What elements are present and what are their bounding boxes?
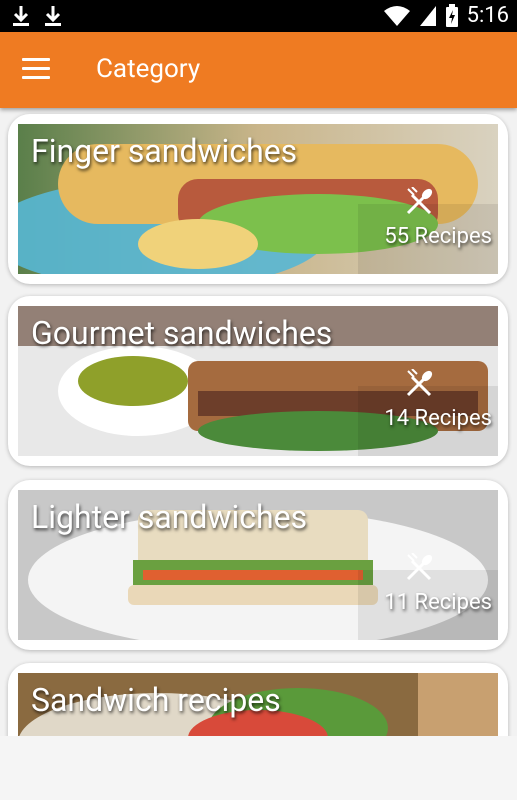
recipe-count: 11 Recipes (384, 590, 492, 615)
fork-knife-icon (406, 187, 433, 215)
status-right-icons: 5:16 (383, 3, 509, 29)
category-card-gourmet-sandwiches[interactable]: Gourmet sandwiches 14 Recipes (8, 296, 508, 466)
recipe-count: 14 Recipes (384, 406, 492, 431)
category-image: Lighter sandwiches 11 Recipes (18, 490, 498, 640)
category-image: Gourmet sandwiches 14 Recipes (18, 306, 498, 456)
category-title: Finger sandwiches (31, 132, 298, 170)
category-title: Sandwich recipes (31, 681, 281, 719)
category-card-lighter-sandwiches[interactable]: Lighter sandwiches 11 Recipes (8, 480, 508, 650)
signal-icon (419, 6, 436, 26)
battery-charging-icon (445, 4, 458, 27)
status-bar: 5:16 (0, 0, 517, 32)
category-image: Sandwich recipes (18, 673, 498, 736)
category-list[interactable]: Finger sandwiches 55 Recipes Gourmet san… (0, 108, 517, 736)
status-time: 5:16 (466, 3, 509, 28)
category-image: Finger sandwiches 55 Recipes (18, 124, 498, 274)
fork-knife-icon (406, 369, 433, 397)
category-card-sandwich-recipes[interactable]: Sandwich recipes (8, 663, 508, 736)
category-card-finger-sandwiches[interactable]: Finger sandwiches 55 Recipes (8, 114, 508, 284)
fork-knife-icon (406, 553, 433, 581)
category-title: Gourmet sandwiches (31, 314, 333, 352)
app-bar: Category (0, 32, 517, 108)
download-icon (45, 6, 61, 26)
page-title: Category (96, 54, 201, 84)
bottom-empty-area (0, 736, 517, 800)
wifi-icon (383, 6, 410, 26)
download-icon (13, 6, 29, 26)
status-left-icons (10, 4, 64, 28)
menu-icon[interactable] (22, 58, 50, 82)
category-title: Lighter sandwiches (31, 498, 308, 536)
recipe-count: 55 Recipes (384, 224, 492, 249)
